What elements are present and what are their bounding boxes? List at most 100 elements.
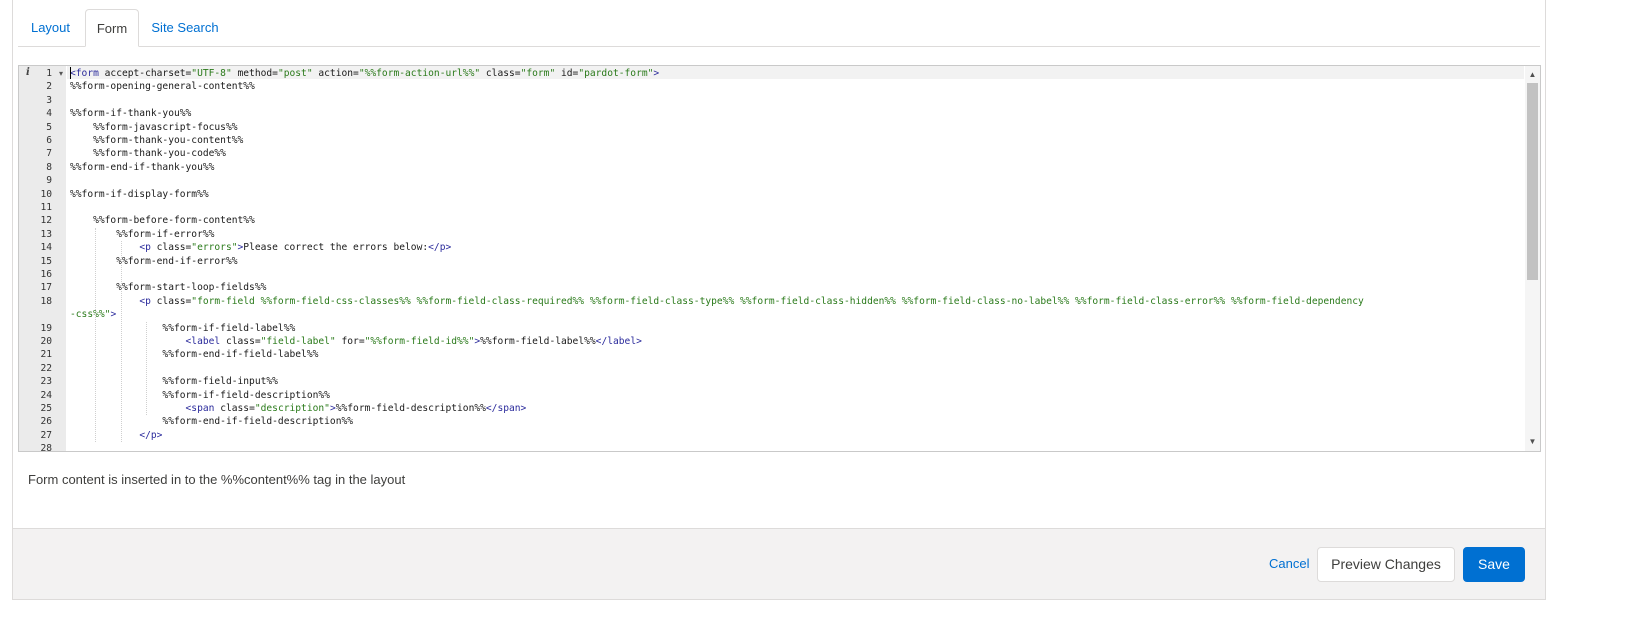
code-line[interactable]: <p class="form-field %%form-field-css-cl… bbox=[70, 295, 1364, 308]
code-line[interactable]: %%form-end-if-field-label%% bbox=[70, 348, 318, 361]
code-tag-token: </p> bbox=[428, 242, 452, 254]
code-line[interactable]: <form accept-charset="UTF-8" method="pos… bbox=[70, 67, 659, 80]
code-text-token: class= bbox=[220, 403, 255, 414]
code-line[interactable]: %%form-opening-general-content%% bbox=[70, 80, 255, 93]
code-line[interactable]: %%form-thank-you-code%% bbox=[70, 147, 226, 160]
code-text-token: class= bbox=[156, 242, 192, 254]
line-number-text: 19 bbox=[40, 322, 52, 334]
line-number-text: 3 bbox=[46, 94, 52, 106]
line-number-text: 14 bbox=[40, 242, 52, 254]
code-tag-token: </span> bbox=[485, 403, 527, 414]
line-number: 19 bbox=[19, 322, 66, 335]
code-line[interactable]: %%form-end-if-thank-you%% bbox=[70, 161, 214, 174]
code-line[interactable]: %%form-before-form-content%% bbox=[70, 214, 255, 227]
line-number: 10 bbox=[19, 188, 66, 201]
scroll-up-arrow-icon[interactable]: ▲ bbox=[1525, 68, 1540, 82]
line-number: 2 bbox=[19, 80, 66, 93]
line-number: 20 bbox=[19, 335, 66, 348]
code-text-token: class= bbox=[480, 68, 521, 79]
code-line[interactable]: %%form-if-display-form%% bbox=[70, 188, 209, 201]
line-number: 6 bbox=[19, 134, 66, 147]
code-string-token: "description" bbox=[254, 403, 330, 414]
preview-changes-button[interactable]: Preview Changes bbox=[1317, 547, 1455, 582]
code-text-token: for= bbox=[335, 336, 365, 347]
code-line[interactable]: %%form-if-field-description%% bbox=[70, 389, 330, 402]
line-number: 22 bbox=[19, 362, 66, 375]
code-tag-token: </label> bbox=[595, 336, 642, 347]
code-line[interactable]: -css%%"> bbox=[70, 308, 116, 321]
text-cursor bbox=[70, 67, 71, 79]
line-number: 7 bbox=[19, 147, 66, 160]
tab-site-search[interactable]: Site Search bbox=[142, 9, 228, 46]
line-number-text: 15 bbox=[40, 255, 52, 267]
line-number: 27 bbox=[19, 429, 66, 442]
code-string-token: "form-field %%form-field-css-classes%% %… bbox=[191, 295, 1364, 307]
code-string-token: "post" bbox=[277, 68, 313, 79]
line-number: 5 bbox=[19, 121, 66, 134]
code-tag-token: > bbox=[110, 309, 117, 321]
line-number-text: 23 bbox=[40, 376, 52, 388]
cancel-button[interactable]: Cancel bbox=[1269, 556, 1309, 571]
code-tag-token: > bbox=[653, 68, 660, 79]
line-number: 17 bbox=[19, 281, 66, 294]
code-tag-token: <form bbox=[70, 68, 105, 79]
line-number-text: 26 bbox=[40, 416, 52, 428]
indent-guide bbox=[95, 227, 97, 443]
fold-toggle-icon[interactable]: ▾ bbox=[59, 67, 63, 80]
code-text-token: %%form-if-error%% bbox=[70, 228, 215, 240]
line-number: 26 bbox=[19, 415, 66, 428]
code-text-token: %%form-before-form-content%% bbox=[70, 215, 255, 227]
code-text-token: %%form-thank-you-content%% bbox=[70, 135, 244, 146]
code-text-token: %%form-if-display-form%% bbox=[70, 188, 209, 200]
code-line[interactable]: %%form-if-thank-you%% bbox=[70, 107, 191, 120]
code-text-token: %%form-end-if-thank-you%% bbox=[70, 161, 215, 173]
code-string-token: "form" bbox=[520, 68, 556, 79]
line-number-text: 12 bbox=[40, 215, 52, 227]
code-line[interactable]: %%form-start-loop-fields%% bbox=[70, 281, 266, 294]
code-text-token: Please correct the errors below: bbox=[243, 242, 429, 254]
code-line[interactable]: <span class="description">%%form-field-d… bbox=[70, 402, 527, 415]
line-number-text: 17 bbox=[40, 282, 52, 294]
code-tag-token: </p> bbox=[139, 429, 163, 441]
code-area[interactable]: <form accept-charset="UTF-8" method="pos… bbox=[67, 66, 1524, 451]
tab-layout[interactable]: Layout bbox=[18, 9, 83, 46]
code-line[interactable]: %%form-field-input%% bbox=[70, 375, 278, 388]
line-number: 3 bbox=[19, 94, 66, 107]
line-number: 8 bbox=[19, 161, 66, 174]
line-number: 24 bbox=[19, 389, 66, 402]
line-number-text: 1 bbox=[46, 68, 52, 79]
editor-scrollbar[interactable]: ▲ ▼ bbox=[1525, 66, 1540, 451]
line-number-text: 8 bbox=[46, 161, 52, 173]
line-number-text: 9 bbox=[46, 175, 52, 187]
code-text-token: class= bbox=[156, 295, 192, 307]
code-editor[interactable]: i 1 ▾ 2 3 4 5 6 7 8 9 10 11 12 13 14 15 16 17 18 19 20 21 22 23… bbox=[18, 65, 1541, 452]
code-tag-token: <p bbox=[139, 295, 157, 307]
code-line[interactable]: %%form-if-error%% bbox=[70, 228, 214, 241]
code-line[interactable]: <label class="field-label" for="%%form-f… bbox=[70, 335, 642, 348]
line-number-text: 24 bbox=[40, 389, 52, 401]
code-string-token: "UTF-8" bbox=[191, 68, 232, 79]
scrollbar-thumb[interactable] bbox=[1527, 83, 1538, 280]
code-text-token: %%form-field-description%% bbox=[335, 403, 486, 414]
line-number: 9 bbox=[19, 174, 66, 187]
line-number: 28 bbox=[19, 442, 66, 451]
code-line[interactable]: %%form-thank-you-content%% bbox=[70, 134, 243, 147]
code-line[interactable]: %%form-end-if-field-description%% bbox=[70, 415, 353, 428]
code-line[interactable]: %%form-javascript-focus%% bbox=[70, 121, 238, 134]
code-tag-token: <label bbox=[185, 336, 226, 347]
save-button[interactable]: Save bbox=[1463, 547, 1525, 582]
line-number: 4 bbox=[19, 107, 66, 120]
line-number-text: 10 bbox=[40, 188, 52, 200]
code-text-token: %%form-javascript-focus%% bbox=[70, 121, 238, 133]
code-line[interactable]: </p> bbox=[70, 429, 162, 442]
scroll-down-arrow-icon[interactable]: ▼ bbox=[1525, 435, 1540, 449]
line-number: 21 bbox=[19, 348, 66, 361]
line-number-text: 21 bbox=[40, 349, 52, 361]
code-line[interactable]: %%form-if-field-label%% bbox=[70, 322, 295, 335]
line-number-gutter: i 1 ▾ 2 3 4 5 6 7 8 9 10 11 12 13 14 15 16 17 18 19 20 21 22 23… bbox=[19, 66, 66, 451]
code-text-token: %%form-opening-general-content%% bbox=[70, 81, 255, 93]
code-line[interactable]: <p class="errors">Please correct the err… bbox=[70, 241, 451, 254]
tab-form[interactable]: Form bbox=[85, 9, 139, 47]
